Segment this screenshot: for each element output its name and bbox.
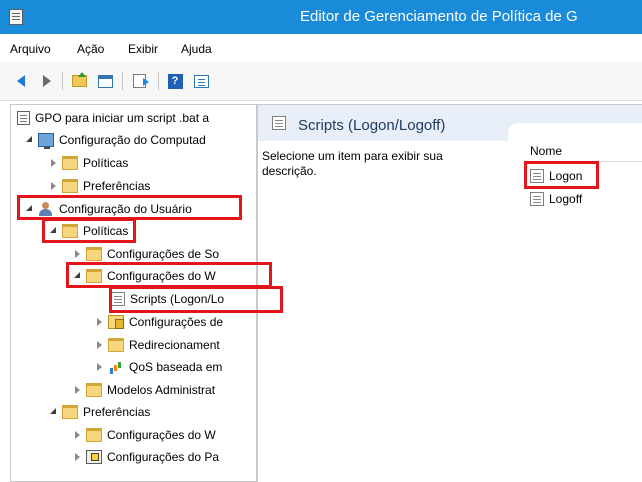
expanded-arrow-icon[interactable] xyxy=(49,226,58,236)
details-header: Scripts (Logon/Logoff) xyxy=(258,105,642,141)
menu-action[interactable]: Ação xyxy=(77,42,104,56)
menu-file[interactable]: Arquivo xyxy=(10,42,51,56)
toolbar-separator xyxy=(122,72,123,90)
title-bar: Editor de Gerenciamento de Política de G xyxy=(0,0,642,34)
list-item-logon[interactable]: Logon xyxy=(530,167,582,185)
tree-item-label: QoS baseada em xyxy=(129,360,223,374)
tree-item-windows-settings[interactable]: Configurações do W xyxy=(73,267,216,285)
back-icon[interactable] xyxy=(12,73,30,89)
tree-item-computer-policies[interactable]: Políticas xyxy=(49,154,128,172)
tree-item-pref-control-panel[interactable]: Configurações do Pa xyxy=(73,448,219,466)
menu-view[interactable]: Exibir xyxy=(128,42,158,56)
show-hide-console-tree-icon[interactable] xyxy=(96,73,114,89)
tree-item-computer-config[interactable]: Configuração do Computad xyxy=(25,131,206,149)
tree-item-label: Configurações do W xyxy=(107,269,216,283)
folder-icon xyxy=(62,405,78,419)
tree-item-label: Preferências xyxy=(83,405,151,419)
folder-icon xyxy=(62,156,78,170)
tree-item-label: Preferências xyxy=(83,179,151,193)
tree-item-label: Configuração do Computad xyxy=(59,133,206,147)
column-header-name[interactable]: Nome xyxy=(524,141,642,162)
tree-item-label: Redirecionament xyxy=(129,338,220,352)
tree-item-security-settings[interactable]: Configurações de xyxy=(95,313,223,331)
tree-item-label: Configurações do W xyxy=(107,428,216,442)
expanded-arrow-icon[interactable] xyxy=(73,271,82,281)
collapsed-arrow-icon[interactable] xyxy=(95,340,104,350)
export-list-icon[interactable] xyxy=(130,73,149,89)
app-icon[interactable] xyxy=(9,9,23,25)
header-notch xyxy=(508,123,642,141)
tree-item-label: Políticas xyxy=(83,224,129,238)
menu-bar: Arquivo Ação Exibir Ajuda xyxy=(0,34,642,62)
tree-item-label: Scripts (Logon/Lo xyxy=(130,292,225,306)
collapsed-arrow-icon[interactable] xyxy=(73,385,82,395)
tree-item-qos[interactable]: QoS baseada em xyxy=(95,358,222,376)
security-lock-icon xyxy=(108,315,124,329)
tree-item-folder-redirection[interactable]: Redirecionament xyxy=(95,336,220,354)
expanded-arrow-icon[interactable] xyxy=(25,204,34,214)
window-title: Editor de Gerenciamento de Política de G xyxy=(300,8,578,25)
collapsed-arrow-icon[interactable] xyxy=(49,181,58,191)
tree-item-label: GPO para iniciar um script .bat a xyxy=(35,111,210,125)
toolbar-separator xyxy=(62,72,63,90)
collapsed-arrow-icon[interactable] xyxy=(95,362,104,372)
folder-icon xyxy=(86,428,102,442)
properties-icon[interactable] xyxy=(192,73,210,89)
folder-icon xyxy=(108,338,124,352)
up-folder-icon[interactable] xyxy=(70,72,88,89)
tree-item-software-settings[interactable]: Configurações de So xyxy=(73,245,219,263)
qos-chart-icon xyxy=(108,360,124,374)
tree-item-label: Configurações do Pa xyxy=(107,450,220,464)
tree-item-pref-windows-settings[interactable]: Configurações do W xyxy=(73,426,216,444)
menu-help[interactable]: Ajuda xyxy=(181,42,212,56)
details-title: Scripts (Logon/Logoff) xyxy=(298,117,446,134)
folder-icon xyxy=(86,247,102,261)
details-pane: Scripts (Logon/Logoff) Selecione um item… xyxy=(257,104,642,482)
help-icon[interactable]: ? xyxy=(166,73,184,89)
folder-icon xyxy=(62,179,78,193)
gpo-document-icon xyxy=(17,111,30,125)
script-icon xyxy=(530,169,544,183)
expanded-arrow-icon[interactable] xyxy=(49,407,58,417)
tree-item-computer-preferences[interactable]: Preferências xyxy=(49,177,150,195)
tree-item-user-config[interactable]: Configuração do Usuário xyxy=(25,200,192,218)
folder-icon xyxy=(62,224,78,238)
tree-item-label: Modelos Administrat xyxy=(107,383,216,397)
forward-icon[interactable] xyxy=(38,73,56,89)
list-item-label: Logoff xyxy=(549,192,583,206)
list-item-logoff[interactable]: Logoff xyxy=(530,190,582,208)
details-description: Selecione um item para exibir sua descri… xyxy=(262,149,443,178)
console-tree[interactable]: GPO para iniciar um script .bat a Config… xyxy=(10,104,257,482)
tree-item-scripts[interactable]: Scripts (Logon/Lo xyxy=(111,290,224,308)
script-icon xyxy=(272,116,286,130)
tree-item-label: Configurações de xyxy=(129,315,224,329)
tree-item-label: Políticas xyxy=(83,156,129,170)
tree-item-label: Configurações de So xyxy=(107,247,220,261)
toolbar: ? xyxy=(0,62,642,101)
tree-item-label: Configuração do Usuário xyxy=(59,202,192,216)
computer-icon xyxy=(38,133,54,149)
list-item-label: Logon xyxy=(549,169,583,183)
expanded-arrow-icon[interactable] xyxy=(25,135,34,145)
folder-icon xyxy=(86,383,102,397)
collapsed-arrow-icon[interactable] xyxy=(73,249,82,259)
collapsed-arrow-icon[interactable] xyxy=(73,430,82,440)
script-icon xyxy=(530,192,544,206)
control-panel-icon xyxy=(86,450,102,464)
collapsed-arrow-icon[interactable] xyxy=(95,317,104,327)
script-icon xyxy=(111,292,125,306)
folder-icon xyxy=(86,269,102,283)
toolbar-separator xyxy=(158,72,159,90)
collapsed-arrow-icon[interactable] xyxy=(49,158,58,168)
user-icon xyxy=(38,202,54,216)
tree-item-user-policies[interactable]: Políticas xyxy=(49,222,128,240)
tree-item-admin-templates[interactable]: Modelos Administrat xyxy=(73,381,215,399)
tree-item-user-preferences[interactable]: Preferências xyxy=(49,403,150,421)
collapsed-arrow-icon[interactable] xyxy=(73,452,82,462)
tree-item-gpo-root[interactable]: GPO para iniciar um script .bat a xyxy=(17,109,209,127)
